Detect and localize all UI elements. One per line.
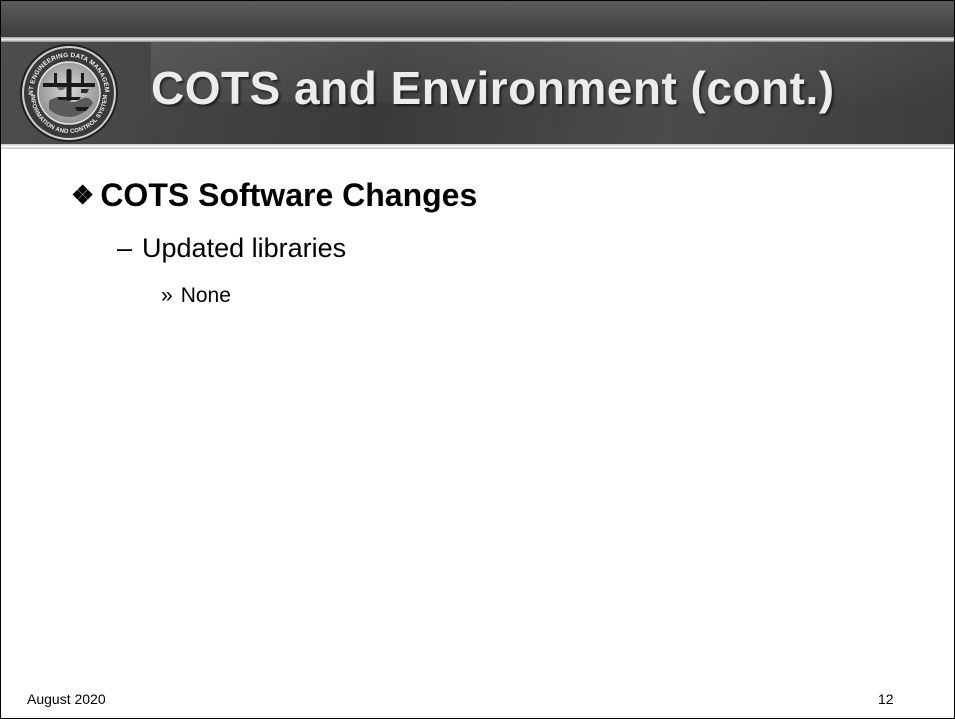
diamond-bullet-icon: ❖ [71, 180, 95, 210]
banner-divider-bottom [1, 144, 954, 149]
banner-top-band [1, 1, 954, 37]
chevron-bullet-icon: » [161, 284, 173, 307]
slide-number: 12 [878, 691, 894, 707]
bullet-text: None [180, 284, 231, 307]
footer-date: August 2020 [27, 691, 106, 707]
bullet-level-3: » None [161, 284, 231, 308]
slide-title: COTS and Environment (cont.) [151, 62, 835, 114]
bullet-text: Updated libraries [142, 233, 347, 263]
dash-bullet-icon: – [117, 233, 133, 263]
jedmics-seal-logo: JOINT ENGINEERING DATA MANAGEMENT INFORM… [19, 43, 118, 142]
title-banner: JOINT ENGINEERING DATA MANAGEMENT INFORM… [1, 1, 954, 149]
bullet-level-2: – Updated libraries [117, 233, 346, 264]
bullet-level-1: ❖ COTS Software Changes [71, 177, 477, 214]
slide: JOINT ENGINEERING DATA MANAGEMENT INFORM… [0, 0, 955, 719]
bullet-text: COTS Software Changes [100, 177, 478, 213]
